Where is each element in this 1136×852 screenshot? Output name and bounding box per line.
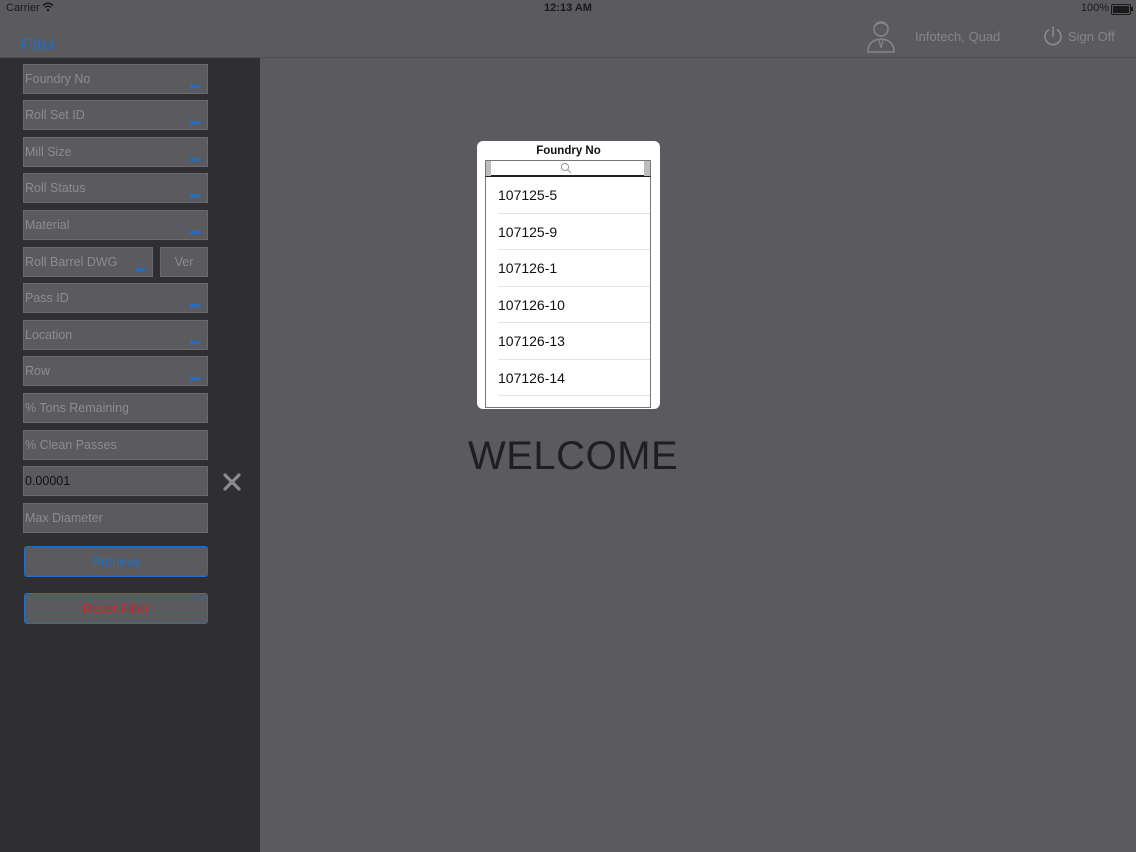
roll-barrel-dwg-field[interactable]: Roll Barrel DWG ••• bbox=[23, 247, 153, 277]
search-input[interactable] bbox=[494, 161, 644, 176]
more-icon[interactable]: ••• bbox=[189, 336, 201, 349]
row-field[interactable]: Row ••• bbox=[23, 356, 208, 386]
close-icon[interactable] bbox=[222, 472, 242, 492]
retrieve-button[interactable]: Retrieve bbox=[24, 546, 208, 577]
status-bar: Carrier 12:13 AM 100% bbox=[0, 0, 1136, 18]
status-time: 12:13 AM bbox=[544, 2, 592, 14]
tons-remaining-field[interactable]: % Tons Remaining bbox=[23, 393, 208, 423]
field-label: Roll Status bbox=[25, 181, 86, 195]
field-label: Pass ID bbox=[25, 291, 69, 305]
popover-search-bar[interactable] bbox=[485, 160, 651, 177]
list-item[interactable]: 107126-13 bbox=[486, 323, 650, 360]
welcome-text: WELCOME bbox=[468, 434, 679, 478]
popover-title: Foundry No bbox=[536, 145, 601, 157]
list-item[interactable]: 107125-9 bbox=[486, 214, 650, 251]
battery-icon bbox=[1111, 4, 1133, 15]
pass-id-field[interactable]: Pass ID ••• bbox=[23, 283, 208, 313]
field-label: Roll Barrel DWG bbox=[25, 255, 118, 269]
location-field[interactable]: Location ••• bbox=[23, 320, 208, 350]
foundry-no-field[interactable]: Foundry No ••• bbox=[23, 64, 208, 94]
more-icon[interactable]: ••• bbox=[189, 116, 201, 129]
field-label: Foundry No bbox=[25, 72, 91, 86]
foundry-no-popover: Foundry No 107125-5 107125-9 107126-1 10… bbox=[477, 141, 660, 409]
list-item[interactable]: 107125-5 bbox=[486, 177, 650, 214]
more-icon[interactable]: ••• bbox=[189, 226, 201, 239]
roll-set-id-field[interactable]: Roll Set ID ••• bbox=[23, 100, 208, 130]
filter-title[interactable]: Filter bbox=[20, 37, 56, 55]
user-icon bbox=[867, 21, 895, 53]
field-label: Mill Size bbox=[25, 145, 72, 159]
battery-percent: 100% bbox=[1080, 2, 1109, 14]
user-name: Infotech, Quad bbox=[915, 29, 1001, 44]
list-item[interactable]: 107126-1 bbox=[486, 250, 650, 287]
max-diameter-field[interactable]: Max Diameter bbox=[23, 503, 208, 533]
foundry-no-list: 107125-5 107125-9 107126-1 107126-10 107… bbox=[485, 177, 651, 408]
nav-bar: Filter Infotech, Quad Sign Off bbox=[0, 18, 1136, 58]
more-icon[interactable]: ••• bbox=[189, 189, 201, 202]
filter-sidebar: Foundry No ••• Roll Set ID ••• Mill Size… bbox=[0, 58, 260, 852]
clean-passes-field[interactable]: % Clean Passes bbox=[23, 430, 208, 460]
field-label: Material bbox=[25, 218, 70, 232]
list-item[interactable]: 107126-14 bbox=[486, 360, 650, 397]
power-icon[interactable] bbox=[1042, 25, 1064, 47]
min-diameter-field[interactable]: 0.00001 bbox=[23, 466, 208, 496]
more-icon[interactable]: ••• bbox=[134, 263, 146, 276]
more-icon[interactable]: ••• bbox=[189, 153, 201, 166]
sign-off-button[interactable]: Sign Off bbox=[1068, 29, 1115, 44]
list-item[interactable]: 107126-10 bbox=[486, 287, 650, 324]
more-icon[interactable]: ••• bbox=[189, 299, 201, 312]
roll-status-field[interactable]: Roll Status ••• bbox=[23, 173, 208, 203]
field-label: Row bbox=[25, 364, 51, 378]
ver-field[interactable]: Ver bbox=[160, 247, 208, 277]
reset-filter-button[interactable]: Reset Filter bbox=[24, 593, 208, 624]
field-label: Location bbox=[25, 328, 73, 342]
more-icon[interactable]: ••• bbox=[189, 372, 201, 385]
more-icon[interactable]: ••• bbox=[189, 80, 201, 93]
field-label: Roll Set ID bbox=[25, 108, 85, 122]
material-field[interactable]: Material ••• bbox=[23, 210, 208, 240]
mill-size-field[interactable]: Mill Size ••• bbox=[23, 137, 208, 167]
